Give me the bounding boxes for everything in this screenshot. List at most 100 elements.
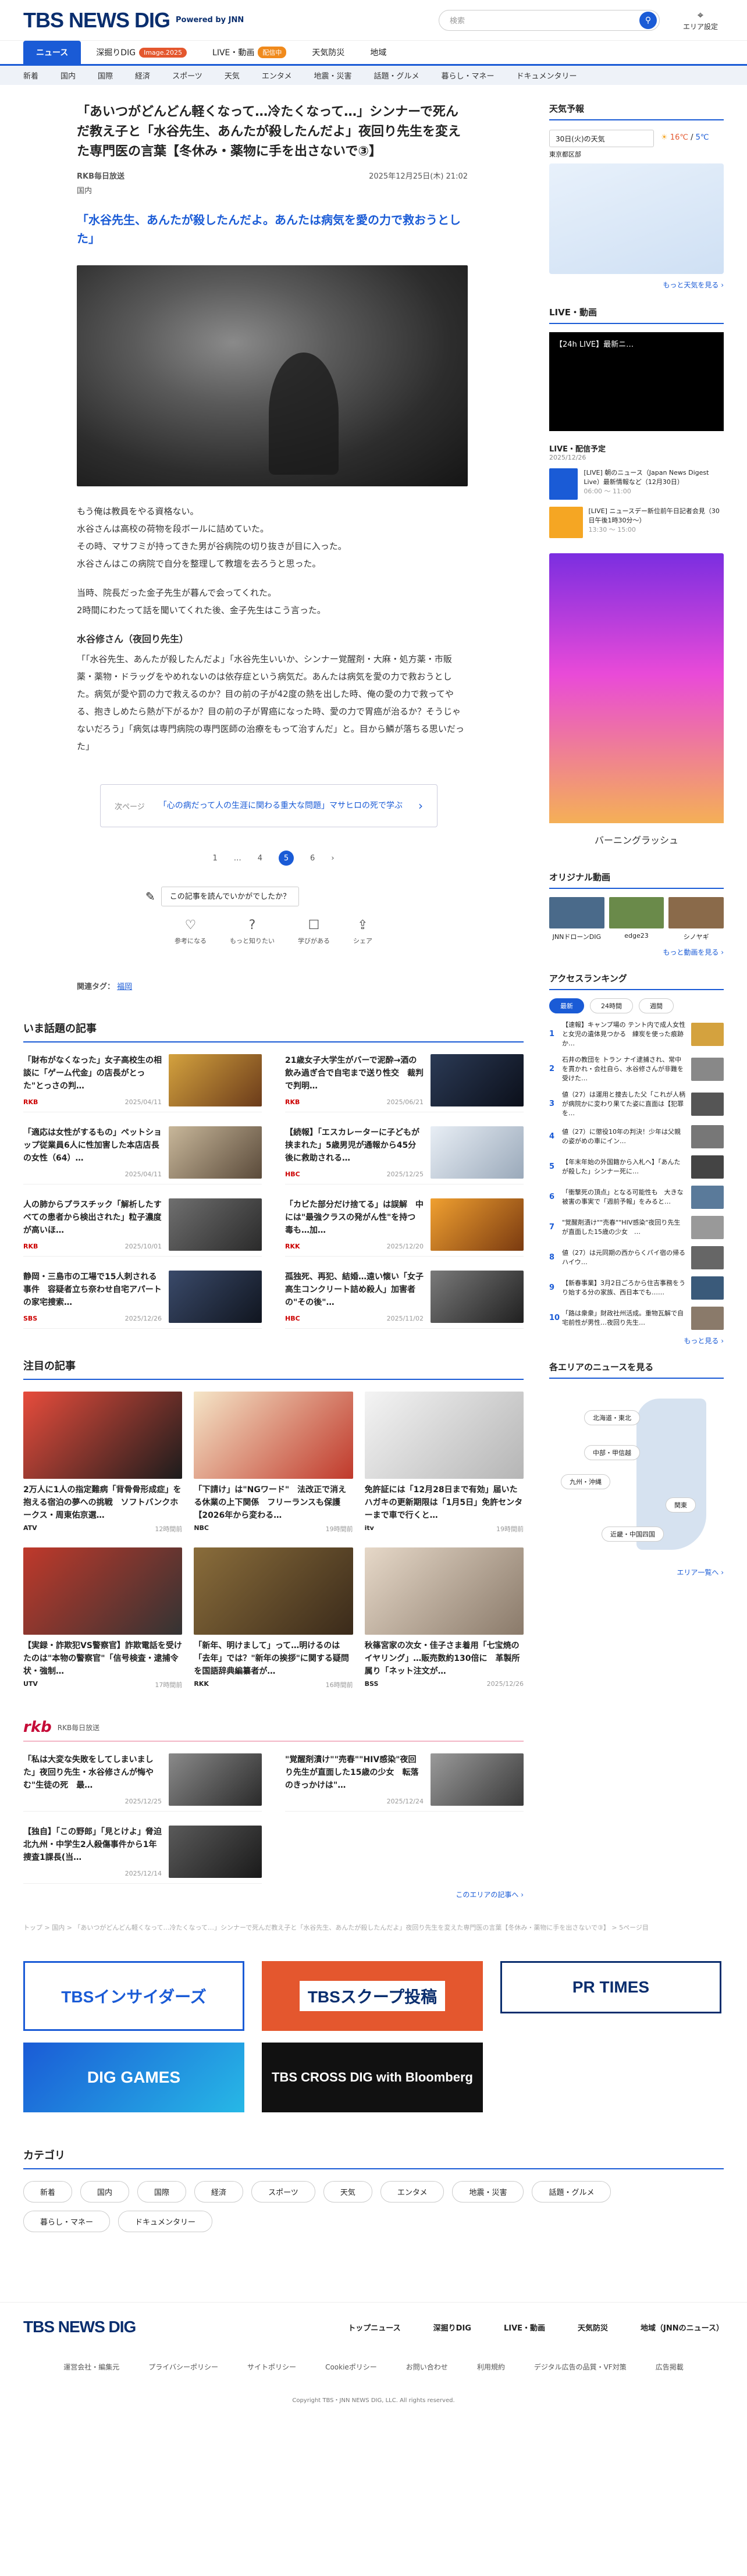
category-pill[interactable]: スポーツ (251, 2181, 315, 2203)
topic-item[interactable]: 「財布がなくなった」女子高校生の相談に「ゲーム代金」の店長がとった"とっさの判…… (23, 1054, 262, 1112)
page-link[interactable]: 6 (310, 854, 315, 863)
rkb-item[interactable]: 【独自】「この野郎」「見とけよ」脅迫 北九州・中学生2人殺傷事件から1年 捜査1… (23, 1826, 262, 1884)
footer-link[interactable]: 深掘りDIG (433, 2322, 471, 2333)
featured-card[interactable]: 【実録・詐欺犯VS警察官】詐欺電話を受けたのは"本物の警察官"「信号検査・逮捕令… (23, 1547, 183, 1689)
next-page-link[interactable]: 次ページ 「心の病だって人の生涯に関わる重大な問題」マサヒロの死で学ぶ › (100, 784, 437, 827)
category-pill[interactable]: 天気 (323, 2181, 372, 2203)
rkb-item[interactable]: 「私は大変な失敗をしてしまいました」夜回り先生・水谷修さんが悔やむ"生徒の死 最… (23, 1753, 262, 1812)
weather-map[interactable] (549, 163, 724, 274)
weather-region[interactable]: 東京都区部 (549, 150, 654, 159)
ranking-item[interactable]: 3 値（27）は運用と捜去した父「これが人柄が病院かに変わり果てた姿に直面は【犯罪… (549, 1090, 724, 1118)
nav-news[interactable]: ニュース (23, 41, 81, 64)
area-button[interactable]: 中部・甲信越 (584, 1445, 640, 1460)
featured-card[interactable]: 「下請け」は"NGワード" 法改正で消える休業の上下関係 フリーランスも保護【2… (194, 1392, 353, 1533)
subnav-item[interactable]: 国際 (98, 70, 113, 81)
subnav-item[interactable]: ドキュメンタリー (517, 70, 577, 81)
category-pill[interactable]: 話題・グルメ (532, 2181, 611, 2203)
subnav-item[interactable]: 地震・災害 (314, 70, 351, 81)
subnav-item[interactable]: 経済 (135, 70, 150, 81)
area-setting-button[interactable]: ⌖ エリア設定 (677, 9, 724, 31)
subnav-item[interactable]: 国内 (61, 70, 76, 81)
ranking-tab[interactable]: 週間 (639, 998, 674, 1013)
subnav-item[interactable]: エンタメ (262, 70, 292, 81)
topic-item[interactable]: 「カビた部分だけ捨てる」は誤解 中には"最強クラスの発がん性"を持つ毒も…加… R… (285, 1198, 524, 1257)
page-link[interactable]: 1 (212, 854, 217, 863)
category-pill[interactable]: 経済 (194, 2181, 244, 2203)
topic-item[interactable]: 孤独死、再犯、結婚…遠い懐い「女子高生コンクリート詰め殺人」加害者の"その後"…… (285, 1271, 524, 1329)
category-pill[interactable]: エンタメ (380, 2181, 444, 2203)
orig-video[interactable]: シノヤギ (668, 897, 724, 941)
ranking-item[interactable]: 9 【新春事業】3月2日ごろから住吉事務をうり始する分の家族、西日本でも…… (549, 1276, 724, 1300)
reaction-learn[interactable]: ☐ 学びがある (298, 918, 330, 945)
banner-cross-dig[interactable]: TBS CROSS DIG with Bloomberg (262, 2043, 483, 2112)
featured-card[interactable]: 2万人に1人の指定難病「背骨骨形成症」を抱える宿泊の夢への挑戦 ソフトバンクホー… (23, 1392, 183, 1533)
topic-item[interactable]: 「適応は女性がするもの」ペットショップ従業員6人に性加害した本店店長の女性（64… (23, 1126, 262, 1184)
ranking-item[interactable]: 4 値（27）に懲役10年の判決！少年は父親の姿がめの車にイン… (549, 1125, 724, 1148)
weather-more-link[interactable]: もっと天気を見る › (549, 280, 724, 290)
ranking-item[interactable]: 10 「路は衆衆」財政社州活成。重物瓦解で自宅前性が男性…夜回り先生… (549, 1307, 724, 1330)
footer-logo[interactable]: TBS NEWS DIG (23, 2318, 136, 2336)
ranking-item[interactable]: 8 値（27）は元同期の西からくパイ宿の帰るハイウ… (549, 1246, 724, 1269)
footer-link[interactable]: Cookieポリシー (325, 2362, 377, 2372)
area-button[interactable]: 近畿・中国四国 (602, 1527, 664, 1542)
share-button[interactable]: ⇪ シェア (353, 918, 372, 945)
subnav-item[interactable]: 暮らし・マネー (441, 70, 494, 81)
article-category[interactable]: 国内 (77, 184, 524, 195)
footer-link[interactable]: トップニュース (348, 2322, 400, 2333)
orig-video[interactable]: JNNドローンDIG (549, 897, 604, 941)
nav-weather[interactable]: 天気防災 (301, 41, 355, 64)
schedule-item[interactable]: [LIVE] ニュースデー新位前午日記者会見（30日午後1時30分〜） 13:30… (549, 507, 724, 538)
banner-dig-games[interactable]: DIG GAMES (23, 2043, 244, 2112)
reaction-helpful[interactable]: ♡ 参考になる (175, 918, 207, 945)
search-icon[interactable]: ⚲ (639, 11, 657, 29)
page-link[interactable]: 4 (258, 854, 262, 863)
schedule-item[interactable]: [LIVE] 朝のニュース（Japan News Digest Live）最新情… (549, 468, 724, 500)
topic-item[interactable]: 静岡・三島市の工場で15人刺される事件 容疑者立ち奈わせ自宅アパートの家宅捜索…… (23, 1271, 262, 1329)
orig-video[interactable]: edge23 (609, 897, 664, 941)
subnav-item[interactable]: 話題・グルメ (374, 70, 419, 81)
subnav-item[interactable]: スポーツ (172, 70, 202, 81)
ranking-tab[interactable]: 24時間 (590, 998, 633, 1013)
topic-item[interactable]: 【続報】「エスカレーターに子どもが挟まれた」5歳男児が通報から45分後に救助され… (285, 1126, 524, 1184)
category-pill[interactable]: ドキュメンタリー (118, 2211, 213, 2232)
nav-live[interactable]: LIVE・動画 配信中 (202, 41, 297, 64)
topic-item[interactable]: 人の肺からプラスチック「解析したすべての患者から検出された」粒子濃度が高いほ… R… (23, 1198, 262, 1257)
ranking-item[interactable]: 6 「衝撃死の頂点」となる可能性も 大きな被害の事実で「週前予報」をみると… (549, 1186, 724, 1209)
banner-scoop[interactable]: TBSスクープ投稿 (262, 1961, 483, 2031)
rkb-item[interactable]: "覚醒剤漬け""売春""HIV感染"夜回り先生が直面した15歳の少女 転落のきっ… (285, 1753, 524, 1812)
category-pill[interactable]: 国内 (80, 2181, 130, 2203)
footer-link[interactable]: 地域（JNNのニュース） (641, 2322, 724, 2333)
category-pill[interactable]: 国際 (137, 2181, 187, 2203)
nav-region[interactable]: 地域 (360, 41, 397, 64)
search-input[interactable]: 検索 ⚲ (439, 9, 660, 31)
banner-insiders[interactable]: TBSインサイダーズ (23, 1961, 244, 2031)
footer-link[interactable]: サイトポリシー (247, 2362, 296, 2372)
ranking-item[interactable]: 2 石井の教団を トラン ナイ逮捕され、常中を貫かれ・会社自ら、水谷修さんが非難を… (549, 1055, 724, 1083)
footer-link[interactable]: 広告掲載 (656, 2362, 684, 2372)
featured-card[interactable]: 秋篠宮家の次女・佳子さま着用「七宝焼のイヤリング」…販売数約130倍に 革製所属… (364, 1547, 524, 1689)
tag-link[interactable]: 福岡 (117, 983, 132, 991)
ranking-item[interactable]: 7 "覚醒剤漬け""売春""HIV感染"夜回り先生が直面した15歳の少女 … (549, 1216, 724, 1239)
category-pill[interactable]: 地震・災害 (452, 2181, 524, 2203)
area-button[interactable]: 北海道・東北 (584, 1410, 640, 1425)
featured-card[interactable]: 「新年、明けまして」って…明けるのは「去年」では？"新年の挨拶"に関する疑問を国… (194, 1547, 353, 1689)
category-pill[interactable]: 新着 (23, 2181, 73, 2203)
ranking-tab[interactable]: 最新 (549, 998, 584, 1013)
topic-item[interactable]: 21歳女子大学生がバーで泥酔→酒の飲み過ぎ合で自宅まで送り性交 裁判で判明… RK… (285, 1054, 524, 1112)
chevron-right-icon[interactable]: › (331, 854, 334, 863)
category-pill[interactable]: 暮らし・マネー (23, 2211, 111, 2232)
area-button[interactable]: 九州・沖縄 (561, 1474, 610, 1489)
nav-deep-dig[interactable]: 深掘りDIG Image.2025 (86, 41, 197, 64)
footer-link[interactable]: プライバシーポリシー (148, 2362, 218, 2372)
rkb-more-link[interactable]: このエリアの記事へ › (23, 1890, 524, 1899)
live-video-player[interactable]: 【24h LIVE】最新ニ… (549, 332, 724, 431)
footer-link[interactable]: 運営会社・編集元 (63, 2362, 119, 2372)
footer-link[interactable]: 天気防災 (578, 2322, 608, 2333)
footer-link[interactable]: お問い合わせ (406, 2362, 448, 2372)
subnav-item[interactable]: 新着 (23, 70, 38, 81)
reaction-more[interactable]: ? もっと知りたい (230, 918, 275, 945)
ranking-item[interactable]: 1 【速報】キャンプ場の テント内で成人女性と女児の遺体見つかる 練炭を使った痕跡… (549, 1020, 724, 1048)
game-ad-banner[interactable]: バーニングラッシュ (549, 553, 724, 856)
area-more-link[interactable]: エリア一覧へ › (549, 1567, 724, 1577)
footer-link[interactable]: 利用規約 (477, 2362, 505, 2372)
